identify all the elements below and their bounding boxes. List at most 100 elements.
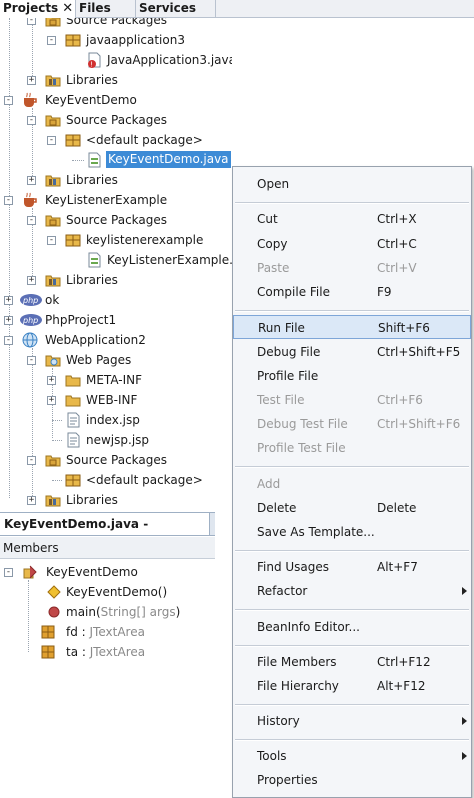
menu-item-delete[interactable]: Delete Delete: [233, 496, 471, 520]
menu-item-label: Debug File: [257, 345, 321, 359]
expand-toggle[interactable]: +: [27, 496, 36, 505]
navigator-field[interactable]: fd : JTextArea: [0, 622, 215, 642]
expand-toggle[interactable]: +: [4, 316, 13, 325]
tree-item-project[interactable]: - WebApplication2: [0, 330, 232, 350]
menu-item-compile-file[interactable]: Compile File F9: [233, 280, 471, 304]
tab-navigator[interactable]: KeyEventDemo.java - Navigator✕: [0, 513, 210, 554]
tree-item-libraries[interactable]: + Libraries: [0, 270, 232, 290]
tab-files[interactable]: Files: [76, 0, 136, 18]
collapse-toggle[interactable]: -: [4, 196, 13, 205]
tree-guide-line: [52, 440, 62, 441]
navigator-class-node[interactable]: - KeyEventDemo: [0, 562, 215, 582]
expand-toggle[interactable]: +: [27, 276, 36, 285]
tree-item-jsp-file[interactable]: newjsp.jsp: [0, 430, 232, 450]
tree-item-package[interactable]: - <default package>: [0, 130, 232, 150]
tree-item-libraries[interactable]: + Libraries: [0, 70, 232, 90]
collapse-toggle[interactable]: -: [27, 116, 36, 125]
tree-item-java-file-selected[interactable]: KeyEventDemo.java: [0, 150, 232, 170]
project-tree[interactable]: - Source Packages - javaapplication3 ! J…: [0, 18, 232, 510]
tab-projects[interactable]: Projects ✕: [0, 0, 76, 18]
tree-item-project[interactable]: - KeyListenerExample: [0, 190, 232, 210]
collapse-toggle[interactable]: -: [4, 96, 13, 105]
menu-item-shortcut: Ctrl+V: [377, 261, 417, 275]
tree-item-source-packages[interactable]: - Source Packages: [0, 18, 232, 30]
menu-item-debug-file[interactable]: Debug File Ctrl+Shift+F5: [233, 340, 471, 364]
tree-item-project[interactable]: - KeyEventDemo: [0, 90, 232, 110]
menu-item-open[interactable]: Open: [233, 172, 471, 196]
menu-item-refactor[interactable]: Refactor: [233, 579, 471, 603]
collapse-toggle[interactable]: -: [27, 216, 36, 225]
collapse-toggle[interactable]: -: [47, 36, 56, 45]
navigator-field[interactable]: ta : JTextArea: [0, 642, 215, 662]
menu-item-file-members[interactable]: File Members Ctrl+F12: [233, 650, 471, 674]
svg-text:php: php: [22, 296, 38, 305]
navigator-tree[interactable]: - KeyEventDemo KeyEventDemo() main(Strin…: [0, 560, 215, 798]
menu-item-label: Delete: [257, 501, 297, 515]
tree-item-source-packages[interactable]: - Source Packages: [0, 450, 232, 470]
tab-services[interactable]: Services: [136, 0, 216, 18]
menu-item-label: Copy: [257, 237, 288, 251]
tree-item-libraries[interactable]: + Libraries: [0, 490, 232, 510]
tree-item-label: <default package>: [86, 473, 203, 487]
menu-item-beaninfo-editor[interactable]: BeanInfo Editor...: [233, 615, 471, 639]
tree-item-label: KeyEventDemo: [45, 93, 137, 107]
field-type: JTextArea: [89, 625, 145, 639]
method-name: main(: [66, 605, 101, 619]
collapse-toggle[interactable]: -: [47, 236, 56, 245]
expand-toggle[interactable]: +: [4, 296, 13, 305]
tree-item-package[interactable]: - keylistenerexample: [0, 230, 232, 250]
tree-item-label: Source Packages: [66, 113, 168, 127]
menu-item-history[interactable]: History: [233, 709, 471, 733]
field-name: ta :: [66, 645, 90, 659]
libraries-folder-icon: [45, 495, 61, 507]
tree-item-jsp-file[interactable]: index.jsp: [0, 410, 232, 430]
members-dropdown[interactable]: Members: [0, 537, 215, 559]
tree-item-label: KeyEventDemo.java: [106, 151, 231, 168]
close-icon[interactable]: ✕: [62, 1, 73, 16]
tree-item-label: KeyEventDemo: [46, 565, 138, 579]
menu-item-run-file[interactable]: Run File Shift+F6: [233, 315, 471, 339]
menu-item-copy[interactable]: Copy Ctrl+C: [233, 232, 471, 256]
collapse-toggle[interactable]: -: [27, 356, 36, 365]
tree-item-source-packages[interactable]: - Source Packages: [0, 210, 232, 230]
tree-item-label: main(String[] args): [66, 602, 180, 622]
tree-item-label: Source Packages: [66, 453, 168, 467]
tree-item-folder[interactable]: + WEB-INF: [0, 390, 232, 410]
menu-item-shortcut: Ctrl+X: [377, 212, 417, 226]
source-packages-folder-icon: [45, 115, 61, 127]
expand-toggle[interactable]: +: [47, 376, 56, 385]
menu-item-label: Profile Test File: [257, 441, 346, 455]
tree-item-project[interactable]: + php ok: [0, 290, 232, 310]
package-icon: [65, 34, 81, 47]
collapse-toggle[interactable]: -: [4, 336, 13, 345]
menu-item-file-hierarchy[interactable]: File Hierarchy Alt+F12: [233, 674, 471, 698]
collapse-toggle[interactable]: -: [27, 456, 36, 465]
tree-item-source-packages[interactable]: - Source Packages: [0, 110, 232, 130]
tree-item-label: META-INF: [86, 373, 143, 387]
tree-item-java-file[interactable]: ! JavaApplication3.java: [0, 50, 232, 70]
expand-toggle[interactable]: +: [27, 176, 36, 185]
collapse-toggle[interactable]: -: [47, 136, 56, 145]
libraries-folder-icon: [45, 75, 61, 87]
navigator-constructor[interactable]: KeyEventDemo(): [0, 582, 215, 602]
collapse-toggle[interactable]: -: [27, 18, 36, 25]
tree-item-package[interactable]: <default package>: [0, 470, 232, 490]
menu-item-save-as-template[interactable]: Save As Template...: [233, 520, 471, 544]
menu-item-profile-file[interactable]: Profile File: [233, 364, 471, 388]
expand-toggle[interactable]: +: [47, 396, 56, 405]
tree-item-project[interactable]: + php PhpProject1: [0, 310, 232, 330]
menu-item-cut[interactable]: Cut Ctrl+X: [233, 207, 471, 231]
folder-icon: [65, 375, 81, 387]
collapse-toggle[interactable]: -: [4, 568, 13, 577]
menu-item-find-usages[interactable]: Find Usages Alt+F7: [233, 555, 471, 579]
tree-item-java-file[interactable]: KeyListenerExample.: [0, 250, 232, 270]
menu-item-tools[interactable]: Tools: [233, 744, 471, 768]
tree-item-package[interactable]: - javaapplication3: [0, 30, 232, 50]
navigator-method[interactable]: main(String[] args): [0, 602, 215, 622]
tree-item-web-pages[interactable]: - Web Pages: [0, 350, 232, 370]
expand-toggle[interactable]: +: [27, 76, 36, 85]
menu-item-properties[interactable]: Properties: [233, 768, 471, 792]
menu-item-shortcut: Alt+F7: [377, 560, 418, 574]
tree-item-libraries[interactable]: + Libraries: [0, 170, 232, 190]
tree-item-folder[interactable]: + META-INF: [0, 370, 232, 390]
